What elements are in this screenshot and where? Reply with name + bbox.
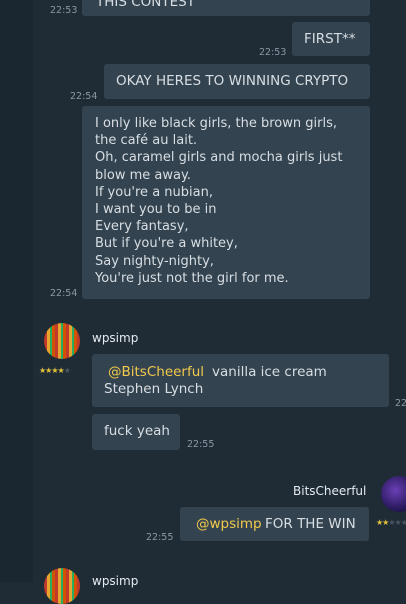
- user-rating-stars: ★★★★★: [376, 518, 406, 527]
- message-bubble: fuck yeah: [92, 414, 180, 450]
- poem-line: Say nighty-nighty,: [95, 253, 214, 269]
- star-icon: ★: [63, 366, 71, 375]
- message-text: vanilla ice cream: [212, 364, 327, 380]
- poem-line: the café au lait.: [95, 133, 198, 149]
- poem-line: I want you to be in: [95, 202, 217, 218]
- message-bubble: @BitsCheerful vanilla ice cream Stephen …: [92, 354, 389, 407]
- left-sidebar-strip: [0, 0, 33, 582]
- username-bitscheerful[interactable]: BitsCheerful: [293, 484, 366, 498]
- poem-line: I only like black girls, the brown girls…: [95, 116, 337, 131]
- avatar-wpsimp[interactable]: [44, 568, 80, 604]
- avatar-wpsimp[interactable]: [44, 323, 80, 359]
- message-bubble: FIRST**: [292, 22, 370, 56]
- message-text: OKAY HERES TO WINNING CRYPTO: [116, 73, 349, 89]
- message-text-line2: Stephen Lynch: [104, 381, 204, 397]
- message-text: fuck yeah: [104, 423, 170, 439]
- user-rating-stars: ★★★★★: [39, 366, 71, 375]
- poem-line: If you're a nubian,: [95, 184, 213, 200]
- message-text: THIS CONTEST: [96, 0, 195, 10]
- poem-line: Oh, caramel girls and mocha girls just: [95, 150, 343, 166]
- message-timestamp: 22:53: [50, 5, 78, 16]
- message-timestamp: 22:55: [187, 439, 215, 450]
- username-wpsimp[interactable]: wpsimp: [92, 331, 138, 345]
- poem-line: Every fantasy,: [95, 219, 189, 235]
- avatar-bitscheerful[interactable]: [381, 476, 406, 512]
- mention-link[interactable]: @BitsCheerful: [108, 364, 204, 380]
- message-timestamp: 22:54: [70, 91, 98, 102]
- message-timestamp: 22:55: [146, 532, 174, 543]
- username-wpsimp[interactable]: wpsimp: [92, 574, 138, 588]
- star-icon: ★: [400, 518, 406, 527]
- mention-link[interactable]: @wpsimp: [196, 516, 262, 532]
- poem-line: blow me away.: [95, 167, 191, 183]
- poem-line: You're just not the girl for me.: [95, 270, 289, 286]
- message-text: FIRST**: [304, 31, 356, 47]
- message-timestamp: 22:54: [50, 288, 78, 299]
- message-bubble: @wpsimp FOR THE WIN: [180, 507, 369, 541]
- poem-line: But if you're a whitey,: [95, 236, 238, 252]
- message-timestamp: 22: [395, 398, 406, 409]
- message-timestamp: 22:53: [259, 47, 287, 58]
- message-text: FOR THE WIN: [265, 516, 356, 532]
- message-bubble-poem: I only like black girls, the brown girls…: [82, 106, 370, 299]
- message-bubble: OKAY HERES TO WINNING CRYPTO: [104, 64, 370, 99]
- message-bubble: THIS CONTEST: [82, 0, 370, 16]
